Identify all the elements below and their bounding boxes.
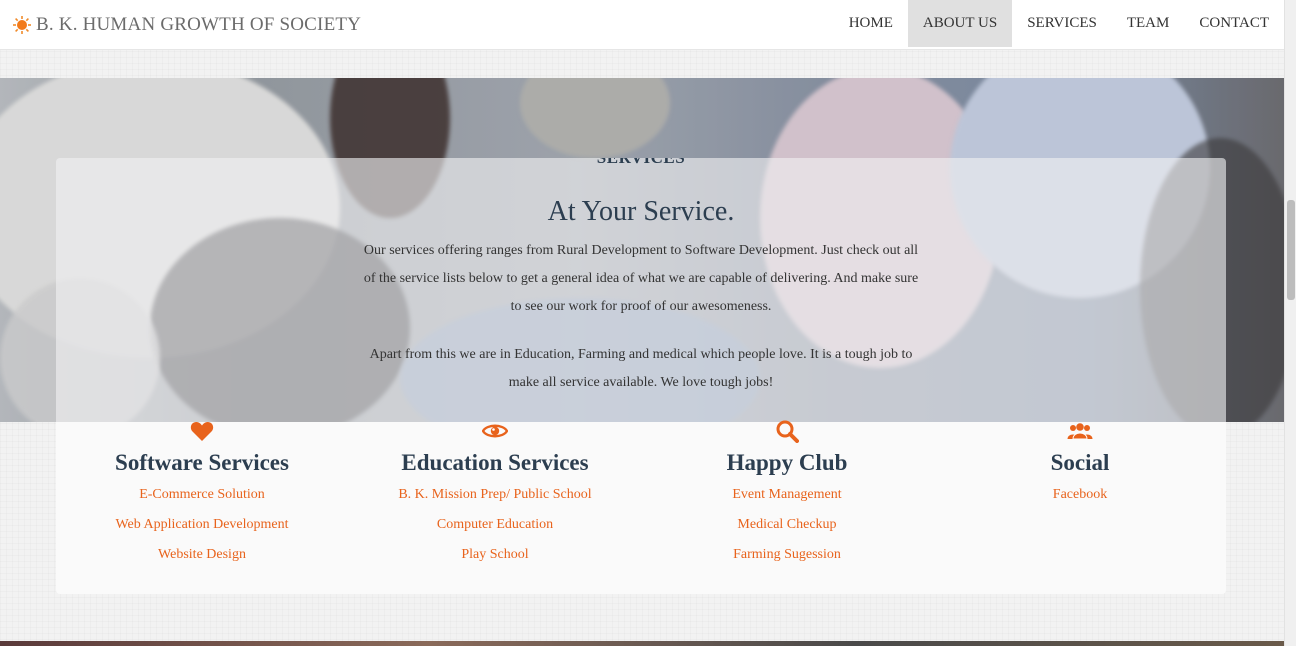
eye-icon bbox=[481, 422, 509, 445]
service-column-happy-club: Happy Club Event Management Medical Chec… bbox=[657, 420, 917, 570]
heart-icon bbox=[190, 420, 214, 447]
service-column-education: Education Services B. K. Mission Prep/ P… bbox=[365, 420, 625, 570]
service-link[interactable]: Play School bbox=[365, 540, 625, 570]
service-title: Education Services bbox=[401, 450, 589, 475]
search-icon bbox=[775, 419, 799, 448]
brand-title: B. K. HUMAN GROWTH OF SOCIETY bbox=[36, 13, 362, 35]
next-section-edge bbox=[0, 641, 1284, 646]
service-link[interactable]: Facebook bbox=[950, 480, 1210, 510]
section-label: SERVICES bbox=[56, 158, 1226, 168]
service-link[interactable]: Medical Checkup bbox=[657, 510, 917, 540]
service-title: Social bbox=[1050, 450, 1110, 475]
service-title: Happy Club bbox=[726, 450, 848, 475]
service-column-software: Software Services E-Commerce Solution We… bbox=[72, 420, 332, 570]
service-link[interactable]: Farming Sugession bbox=[657, 540, 917, 570]
page-scrollbar[interactable] bbox=[1284, 0, 1296, 646]
services-paragraph-1: Our services offering ranges from Rural … bbox=[363, 243, 919, 314]
top-navbar: B. K. HUMAN GROWTH OF SOCIETY HOME ABOUT… bbox=[0, 0, 1284, 50]
nav-home[interactable]: HOME bbox=[834, 0, 908, 47]
nav-contact[interactable]: CONTACT bbox=[1184, 0, 1284, 47]
sun-icon bbox=[12, 15, 32, 35]
nav-services[interactable]: SERVICES bbox=[1012, 0, 1112, 47]
brand[interactable]: B. K. HUMAN GROWTH OF SOCIETY bbox=[0, 14, 361, 36]
users-icon bbox=[1067, 422, 1093, 445]
service-column-social: Social Facebook bbox=[950, 420, 1210, 510]
service-link[interactable]: Event Management bbox=[657, 480, 917, 510]
main-nav: HOME ABOUT US SERVICES TEAM CONTACT bbox=[834, 0, 1284, 50]
nav-team[interactable]: TEAM bbox=[1112, 0, 1185, 47]
nav-about-us[interactable]: ABOUT US bbox=[907, 0, 1013, 47]
service-link[interactable]: Computer Education bbox=[365, 510, 625, 540]
service-link[interactable]: Website Design bbox=[72, 540, 332, 570]
service-link[interactable]: Web Application Development bbox=[72, 510, 332, 540]
service-link[interactable]: B. K. Mission Prep/ Public School bbox=[365, 480, 625, 510]
scrollbar-thumb[interactable] bbox=[1287, 200, 1295, 300]
services-panel: SERVICES At Your Service. Our services o… bbox=[56, 158, 1226, 594]
services-paragraph-2: Apart from this we are in Education, Far… bbox=[369, 347, 913, 390]
service-link[interactable]: E-Commerce Solution bbox=[72, 480, 332, 510]
services-headline: At Your Service. bbox=[547, 196, 735, 227]
service-title: Software Services bbox=[115, 450, 289, 475]
